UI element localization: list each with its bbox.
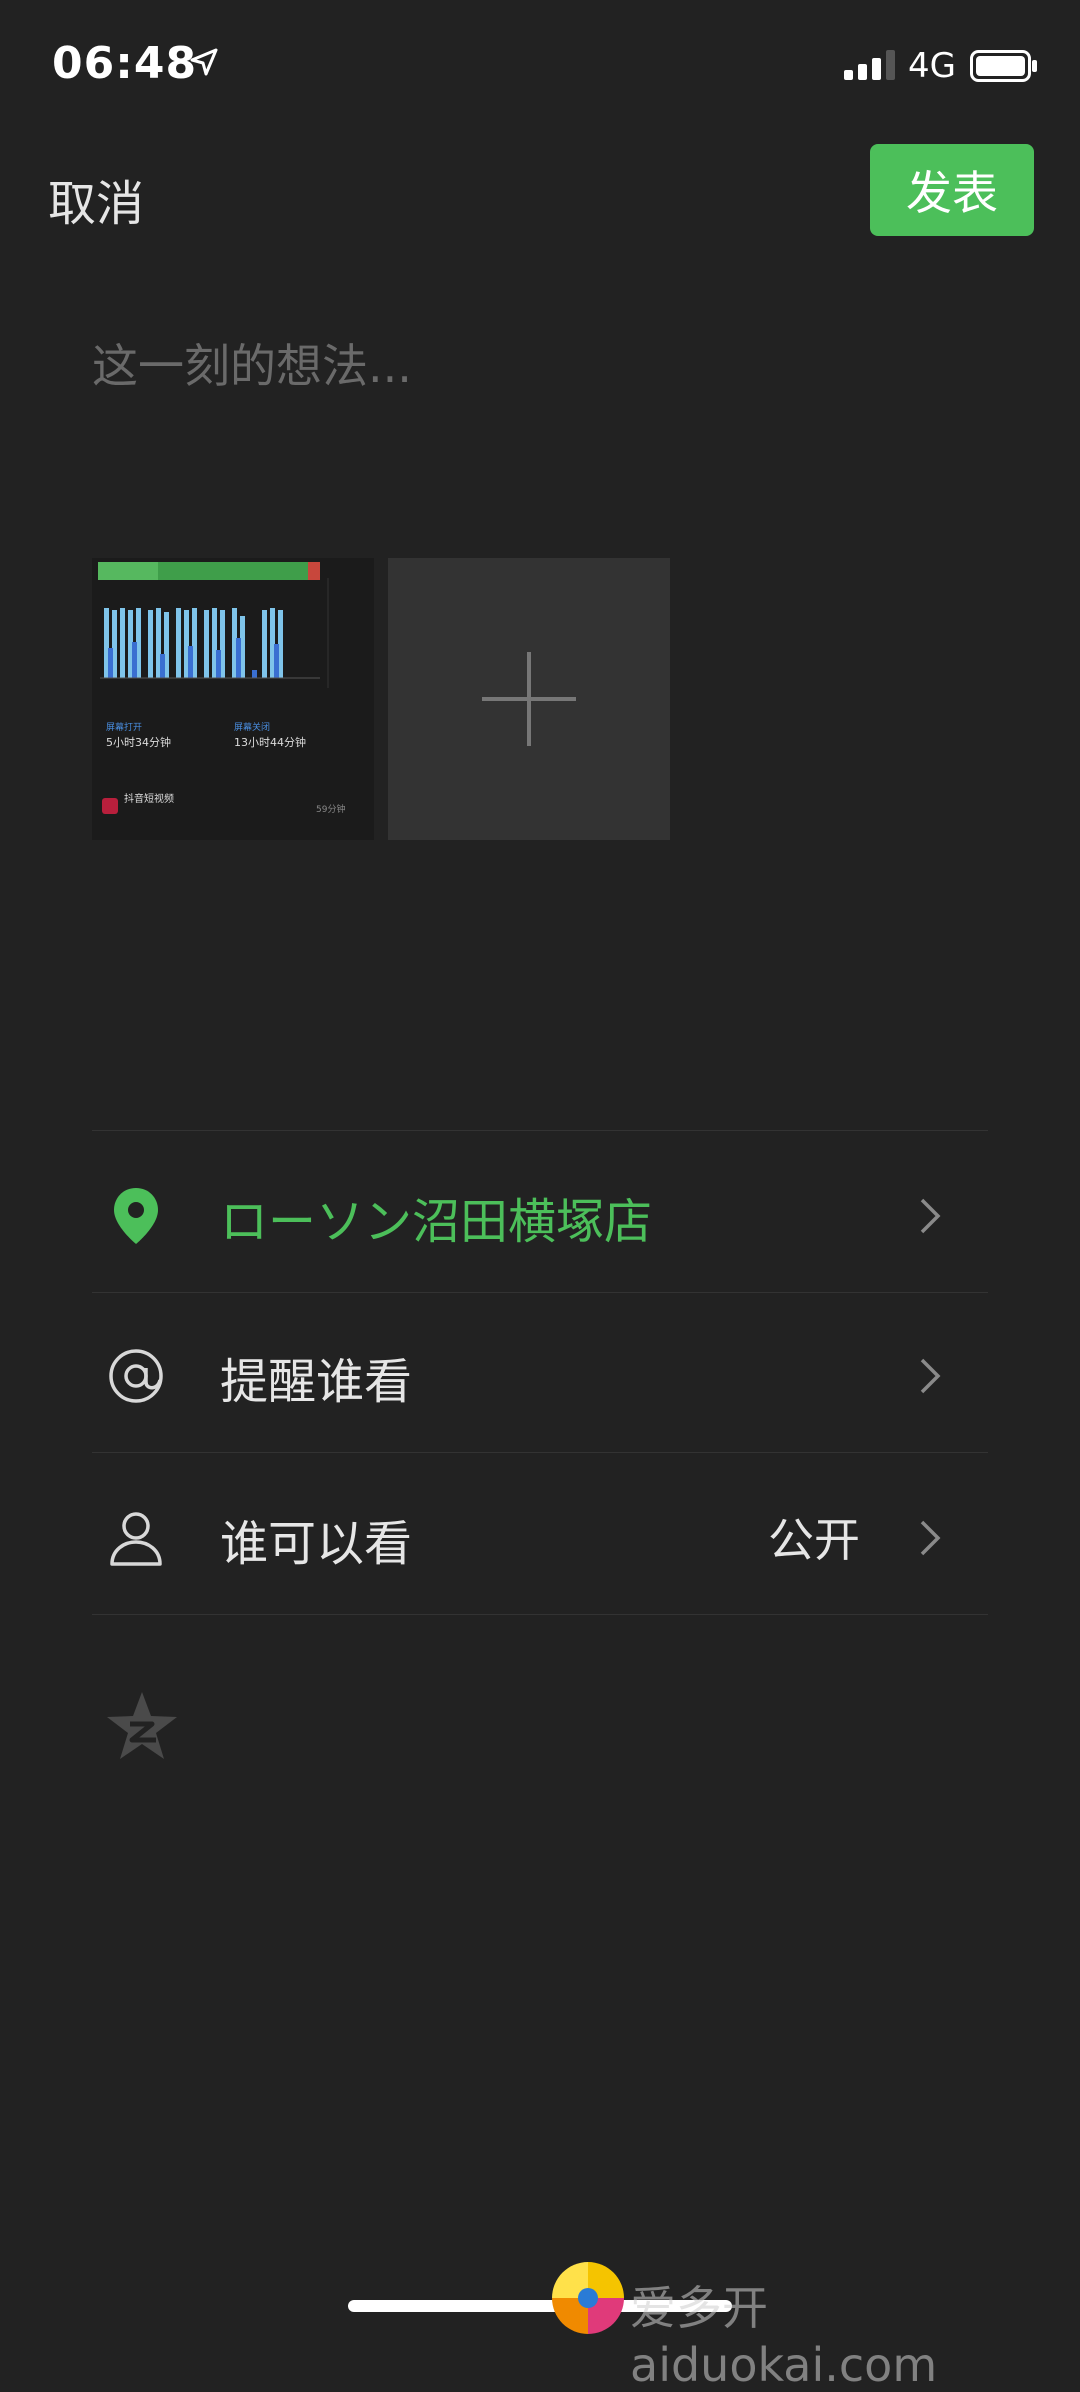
cellular-signal-icon [844,50,895,80]
mention-label: 提醒谁看 [220,1354,413,1410]
watermark-text: 爱多开aiduokai.com [630,2281,938,2392]
mention-row[interactable]: 提醒谁看 [0,1294,1080,1454]
watermark: 爱多开aiduokai.com [548,2262,1068,2392]
cancel-button[interactable]: 取消 [48,164,144,234]
add-photo-button[interactable] [388,558,670,840]
svg-text:13小时44分钟: 13小时44分钟 [234,735,306,749]
publish-button[interactable]: 发表 [870,144,1034,236]
visibility-label: 谁可以看 [220,1516,413,1572]
svg-text:抖音短视频: 抖音短视频 [124,792,174,805]
visibility-row[interactable]: 谁可以看 公开 [0,1456,1080,1616]
divider [92,1452,988,1453]
chevron-right-icon [920,1358,941,1394]
divider [92,1614,988,1615]
svg-text:59分钟: 59分钟 [316,803,345,815]
status-bar: 06:48 4G [0,0,1080,130]
location-row[interactable]: ローソン沼田横塚店 [0,1134,1080,1294]
watermark-logo-icon [552,2262,624,2334]
battery-icon [970,50,1037,82]
compose-header: 取消 发表 [0,130,1080,260]
qzone-star-icon[interactable] [104,1688,180,1764]
at-icon [109,1349,163,1403]
chevron-right-icon [920,1198,941,1234]
thought-input[interactable]: 这一刻的想法... [92,330,412,396]
attached-image-thumbnail[interactable]: 屏幕打开 5小时34分钟 屏幕关闭 13小时44分钟 抖音短视频 59分钟 [92,558,374,840]
chevron-right-icon [920,1520,941,1556]
network-type: 4G [908,46,956,86]
svg-text:5小时34分钟: 5小时34分钟 [106,735,171,749]
screen-time-chart-image: 屏幕打开 5小时34分钟 屏幕关闭 13小时44分钟 抖音短视频 59分钟 [92,558,374,840]
svg-text:屏幕打开: 屏幕打开 [106,721,142,733]
divider [92,1292,988,1293]
svg-text:屏幕关闭: 屏幕关闭 [234,721,270,733]
divider [92,1130,988,1131]
location-pin-icon [114,1188,158,1244]
location-arrow-icon [190,48,218,76]
person-icon [110,1512,162,1566]
visibility-value: 公开 [768,1513,860,1567]
status-time: 06:48 [52,38,198,89]
location-label: ローソン沼田横塚店 [220,1194,653,1250]
